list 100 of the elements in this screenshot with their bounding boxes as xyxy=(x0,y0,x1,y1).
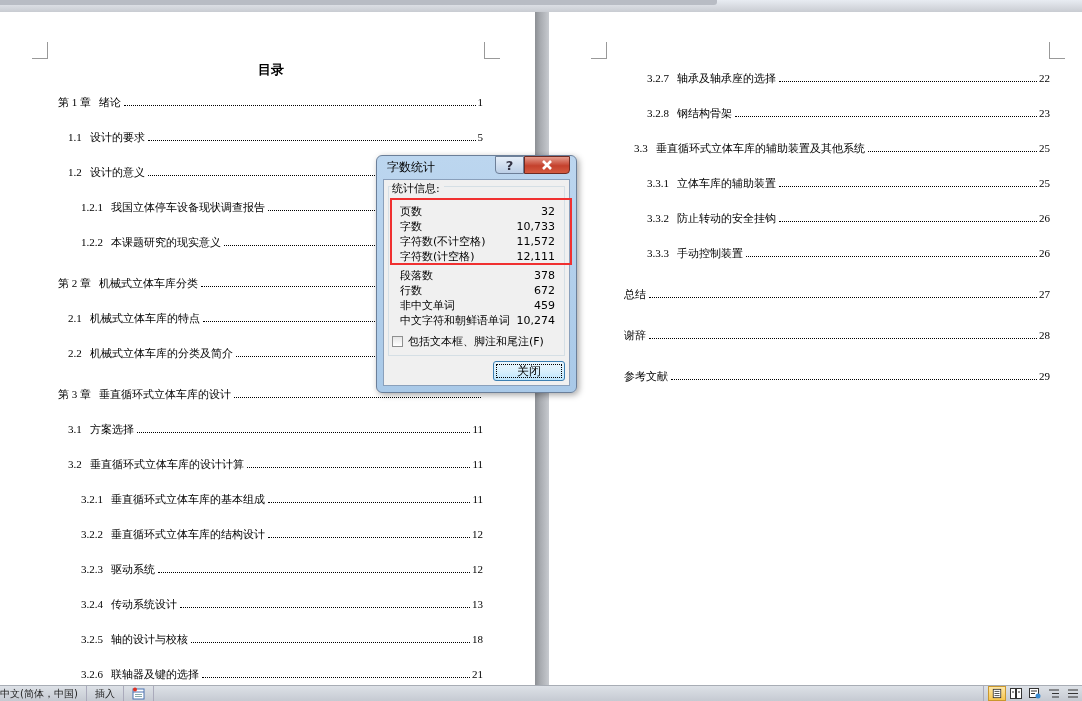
page-globe-icon xyxy=(1029,688,1041,699)
page-number: 12 xyxy=(472,562,483,577)
stat-value: 378 xyxy=(533,268,555,283)
view-button[interactable] xyxy=(1007,686,1025,701)
page-number: 11 xyxy=(472,457,483,472)
entry-title: 垂直循环式立体车库的辅助装置及其他系统 xyxy=(655,141,865,156)
entry-number: 1.1 xyxy=(68,130,82,145)
entry-title: 立体车库的辅助装置 xyxy=(677,176,776,191)
entry-title: 设计的要求 xyxy=(89,130,145,145)
stat-value: 11,572 xyxy=(516,234,555,249)
entry-number: 3.2.1 xyxy=(81,492,103,507)
view-button[interactable] xyxy=(988,686,1006,701)
entry-number: 3.2.6 xyxy=(81,667,103,682)
entry-number: 3.3.2 xyxy=(647,211,669,226)
page-number: 22 xyxy=(1039,71,1050,86)
entry-title: 垂直循环式立体车库的设计 xyxy=(99,387,231,402)
entry-title: 垂直循环式立体车库的基本组成 xyxy=(111,492,265,507)
dialog-title: 字数统计 xyxy=(386,159,435,176)
stat-label: 字符数(计空格) xyxy=(400,249,476,264)
entry-number: 3.2.4 xyxy=(81,597,103,612)
close-dialog-button[interactable]: 关闭 xyxy=(493,361,565,381)
entry-number: 2.2 xyxy=(68,346,82,361)
sheet-icon[interactable] xyxy=(131,687,145,700)
entry-title: 机械式立体车库的分类及简介 xyxy=(89,346,233,361)
stat-value: 10,733 xyxy=(516,219,555,234)
help-button[interactable]: ? xyxy=(495,156,524,174)
page-number: 11 xyxy=(472,492,483,507)
stat-value: 32 xyxy=(540,204,555,219)
entry-title: 方案选择 xyxy=(89,422,134,437)
stat-label: 字符数(不计空格) xyxy=(400,234,487,249)
page-number: 13 xyxy=(472,597,483,612)
entry-number: 3.3 xyxy=(634,141,648,156)
entry-title: 我国立体停车设备现状调查报告 xyxy=(111,200,265,215)
entry-number: 3.3.1 xyxy=(647,176,669,191)
close-button[interactable] xyxy=(524,156,570,174)
checkbox-label[interactable]: 包括文本框、脚注和尾注(F) xyxy=(408,334,544,349)
page-number: 25 xyxy=(1039,176,1050,191)
stat-label: 段落数 xyxy=(400,268,434,283)
entry-title: 设计的意义 xyxy=(89,165,145,180)
page-number: 23 xyxy=(1039,106,1050,121)
entry-title: 机械式立体车库的特点 xyxy=(89,311,200,326)
entry-title: 垂直循环式立体车库的设计计算 xyxy=(89,457,244,472)
entry-title: 传动系统设计 xyxy=(111,597,177,612)
stat-value: 12,111 xyxy=(516,249,555,264)
entry-title: 驱动系统 xyxy=(111,562,155,577)
page-number: 28 xyxy=(1039,328,1050,343)
toc-heading: 目录 xyxy=(256,61,285,79)
group-label: 统计信息: xyxy=(392,181,444,196)
entry-title: 本课题研究的现实意义 xyxy=(111,235,221,250)
entry-title: 手动控制装置 xyxy=(677,246,743,261)
page-number: 25 xyxy=(1039,141,1050,156)
page-number: 5 xyxy=(477,130,483,145)
stat-value: 672 xyxy=(533,283,555,298)
entry-title: 绪论 xyxy=(99,95,121,110)
entry-title: 轴的设计与校核 xyxy=(111,632,188,647)
crop-mark xyxy=(591,42,607,59)
stat-value: 459 xyxy=(533,298,555,313)
entry-title: 参考文献 xyxy=(624,369,668,384)
entry-number: 第 1 章 xyxy=(58,95,91,110)
crop-mark xyxy=(32,42,48,59)
stat-value: 10,274 xyxy=(516,313,555,328)
stat-label: 非中文单词 xyxy=(400,298,456,313)
page-number: 11 xyxy=(472,422,483,437)
checkbox[interactable] xyxy=(392,336,403,347)
page-number: 29 xyxy=(1039,369,1050,384)
language-indicator[interactable]: 中文(简体，中国) xyxy=(0,686,87,701)
page-number: 21 xyxy=(472,667,483,682)
page-icon xyxy=(992,688,1002,699)
entry-number: 3.2.5 xyxy=(81,632,103,647)
crop-mark xyxy=(484,42,500,59)
entry-number: 1.2.2 xyxy=(81,235,103,250)
entry-number: 3.2.3 xyxy=(81,562,103,577)
scrollbar[interactable] xyxy=(0,0,717,5)
entry-number: 3.2 xyxy=(68,457,82,472)
close-icon xyxy=(541,160,553,170)
entry-title: 垂直循环式立体车库的结构设计 xyxy=(111,527,265,542)
insert-mode-indicator[interactable]: 插入 xyxy=(94,686,124,701)
stat-label: 字数 xyxy=(400,219,423,234)
stat-label: 中文字符和朝鲜语单词 xyxy=(400,313,511,328)
outline-icon xyxy=(1048,688,1060,699)
entry-number: 1.2 xyxy=(68,165,82,180)
entry-number: 2.1 xyxy=(68,311,82,326)
two-pages-icon xyxy=(1010,688,1022,699)
entry-number: 3.2.7 xyxy=(647,71,669,86)
entry-title: 总结 xyxy=(624,287,646,302)
lines-icon xyxy=(1067,688,1079,699)
page-number: 26 xyxy=(1039,211,1050,226)
entry-number: 3.2.8 xyxy=(647,106,669,121)
stat-label: 行数 xyxy=(400,283,423,298)
entry-title: 谢辞 xyxy=(624,328,646,343)
page-number: 1 xyxy=(477,95,483,110)
stat-label: 页数 xyxy=(400,204,423,219)
entry-number: 3.1 xyxy=(68,422,82,437)
entry-title: 防止转动的安全挂钩 xyxy=(677,211,776,226)
entry-number: 第 2 章 xyxy=(58,276,91,291)
entry-title: 机械式立体车库分类 xyxy=(99,276,198,291)
entry-number: 3.2.2 xyxy=(81,527,103,542)
entry-title: 钢结构骨架 xyxy=(677,106,732,121)
entry-title: 联轴器及键的选择 xyxy=(111,667,199,682)
page-number: 12 xyxy=(472,527,483,542)
